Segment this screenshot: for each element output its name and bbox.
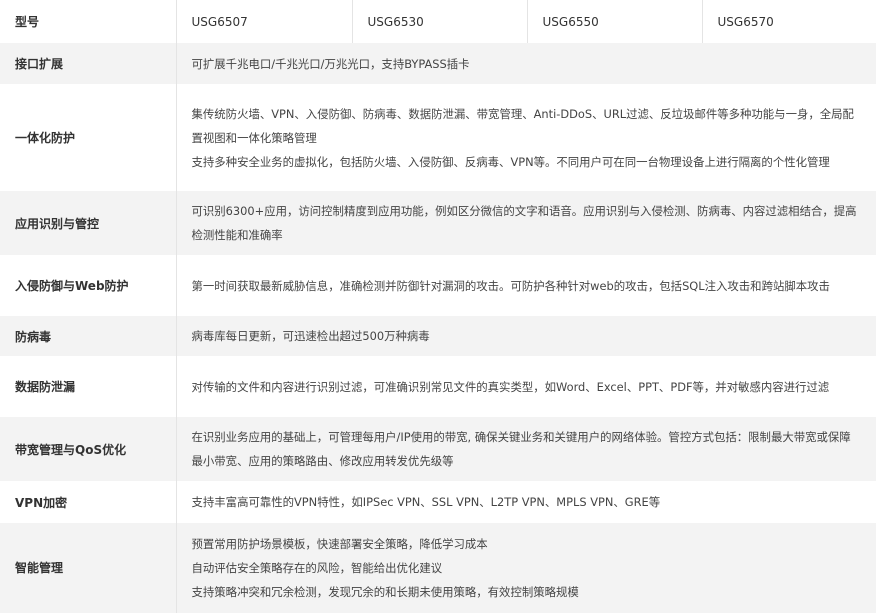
row-line: 自动评估安全策略存在的风险，智能给出优化建议 (191, 560, 443, 575)
model-cell: USG6530 (352, 0, 528, 43)
table-row: 智能管理 预置常用防护场景模板，快速部署安全策略，降低学习成本 自动评估安全策略… (0, 522, 876, 613)
row-label: VPN加密 (0, 481, 177, 523)
row-label: 一体化防护 (0, 84, 177, 191)
row-line: 对传输的文件和内容进行识别过滤，可准确识别常见文件的真实类型，如Word、Exc… (191, 379, 830, 394)
model-cell: USG6550 (527, 0, 703, 43)
row-content: 在识别业务应用的基础上，可管理每用户/IP使用的带宽, 确保关键业务和关键用户的… (176, 416, 876, 482)
row-line: 支持多种安全业务的虚拟化，包括防火墙、入侵防御、反病毒、VPN等。不同用户可在同… (191, 154, 830, 169)
row-line: 支持丰富高可靠性的VPN特性，如IPSec VPN、SSL VPN、L2TP V… (191, 495, 661, 509)
row-content: 对传输的文件和内容进行识别过滤，可准确识别常见文件的真实类型，如Word、Exc… (176, 356, 876, 417)
table-row: 一体化防护 集传统防火墙、VPN、入侵防御、防病毒、数据防泄漏、带宽管理、Ant… (0, 84, 876, 191)
table-row: 数据防泄漏 对传输的文件和内容进行识别过滤，可准确识别常见文件的真实类型，如Wo… (0, 356, 876, 417)
table-row: 带宽管理与QoS优化 在识别业务应用的基础上，可管理每用户/IP使用的带宽, 确… (0, 416, 876, 482)
row-line: 支持策略冲突和冗余检测，发现冗余的和长期未使用策略，有效控制策略规模 (191, 584, 579, 599)
row-line: 在识别业务应用的基础上，可管理每用户/IP使用的带宽, 确保关键业务和关键用户的… (191, 430, 851, 468)
model-cell: USG6507 (176, 0, 353, 43)
table-row: 接口扩展 可扩展千兆电口/千兆光口/万兆光口，支持BYPASS插卡 (0, 42, 876, 85)
row-line: 可扩展千兆电口/千兆光口/万兆光口，支持BYPASS插卡 (191, 56, 470, 71)
row-content: 预置常用防护场景模板，快速部署安全策略，降低学习成本 自动评估安全策略存在的风险… (176, 522, 876, 613)
table-row: 防病毒 病毒库每日更新，可迅速检出超过500万种病毒 (0, 315, 876, 357)
spec-table: 型号 USG6507 USG6530 USG6550 USG6570 接口扩展 … (0, 0, 876, 613)
header-row: 型号 USG6507 USG6530 USG6550 USG6570 (0, 0, 876, 43)
row-content: 病毒库每日更新，可迅速检出超过500万种病毒 (176, 315, 876, 357)
row-line: 预置常用防护场景模板，快速部署安全策略，降低学习成本 (191, 536, 488, 551)
row-label: 数据防泄漏 (0, 356, 177, 417)
row-content: 支持丰富高可靠性的VPN特性，如IPSec VPN、SSL VPN、L2TP V… (176, 481, 876, 523)
row-label: 防病毒 (0, 315, 177, 357)
row-label: 接口扩展 (0, 42, 177, 85)
table-row: 应用识别与管控 可识别6300+应用，访问控制精度到应用功能，例如区分微信的文字… (0, 190, 876, 256)
row-line: 病毒库每日更新，可迅速检出超过500万种病毒 (191, 329, 430, 343)
row-content: 第一时间获取最新威胁信息，准确检测并防御针对漏洞的攻击。可防护各种针对web的攻… (176, 255, 876, 316)
row-content: 可扩展千兆电口/千兆光口/万兆光口，支持BYPASS插卡 (176, 42, 876, 85)
row-line: 集传统防火墙、VPN、入侵防御、防病毒、数据防泄漏、带宽管理、Anti-DDoS… (191, 106, 854, 145)
table-row: VPN加密 支持丰富高可靠性的VPN特性，如IPSec VPN、SSL VPN、… (0, 481, 876, 523)
row-line: 可识别6300+应用，访问控制精度到应用功能，例如区分微信的文字和语音。应用识别… (191, 204, 857, 242)
model-cell: USG6570 (702, 0, 876, 43)
row-label: 智能管理 (0, 522, 177, 613)
table-row: 入侵防御与Web防护 第一时间获取最新威胁信息，准确检测并防御针对漏洞的攻击。可… (0, 255, 876, 316)
row-content: 集传统防火墙、VPN、入侵防御、防病毒、数据防泄漏、带宽管理、Anti-DDoS… (176, 84, 876, 191)
row-label: 带宽管理与QoS优化 (0, 416, 177, 482)
header-label: 型号 (0, 0, 177, 43)
row-line: 第一时间获取最新威胁信息，准确检测并防御针对漏洞的攻击。可防护各种针对web的攻… (191, 278, 830, 293)
row-content: 可识别6300+应用，访问控制精度到应用功能，例如区分微信的文字和语音。应用识别… (176, 190, 876, 256)
row-label: 入侵防御与Web防护 (0, 255, 177, 316)
row-label: 应用识别与管控 (0, 190, 177, 256)
